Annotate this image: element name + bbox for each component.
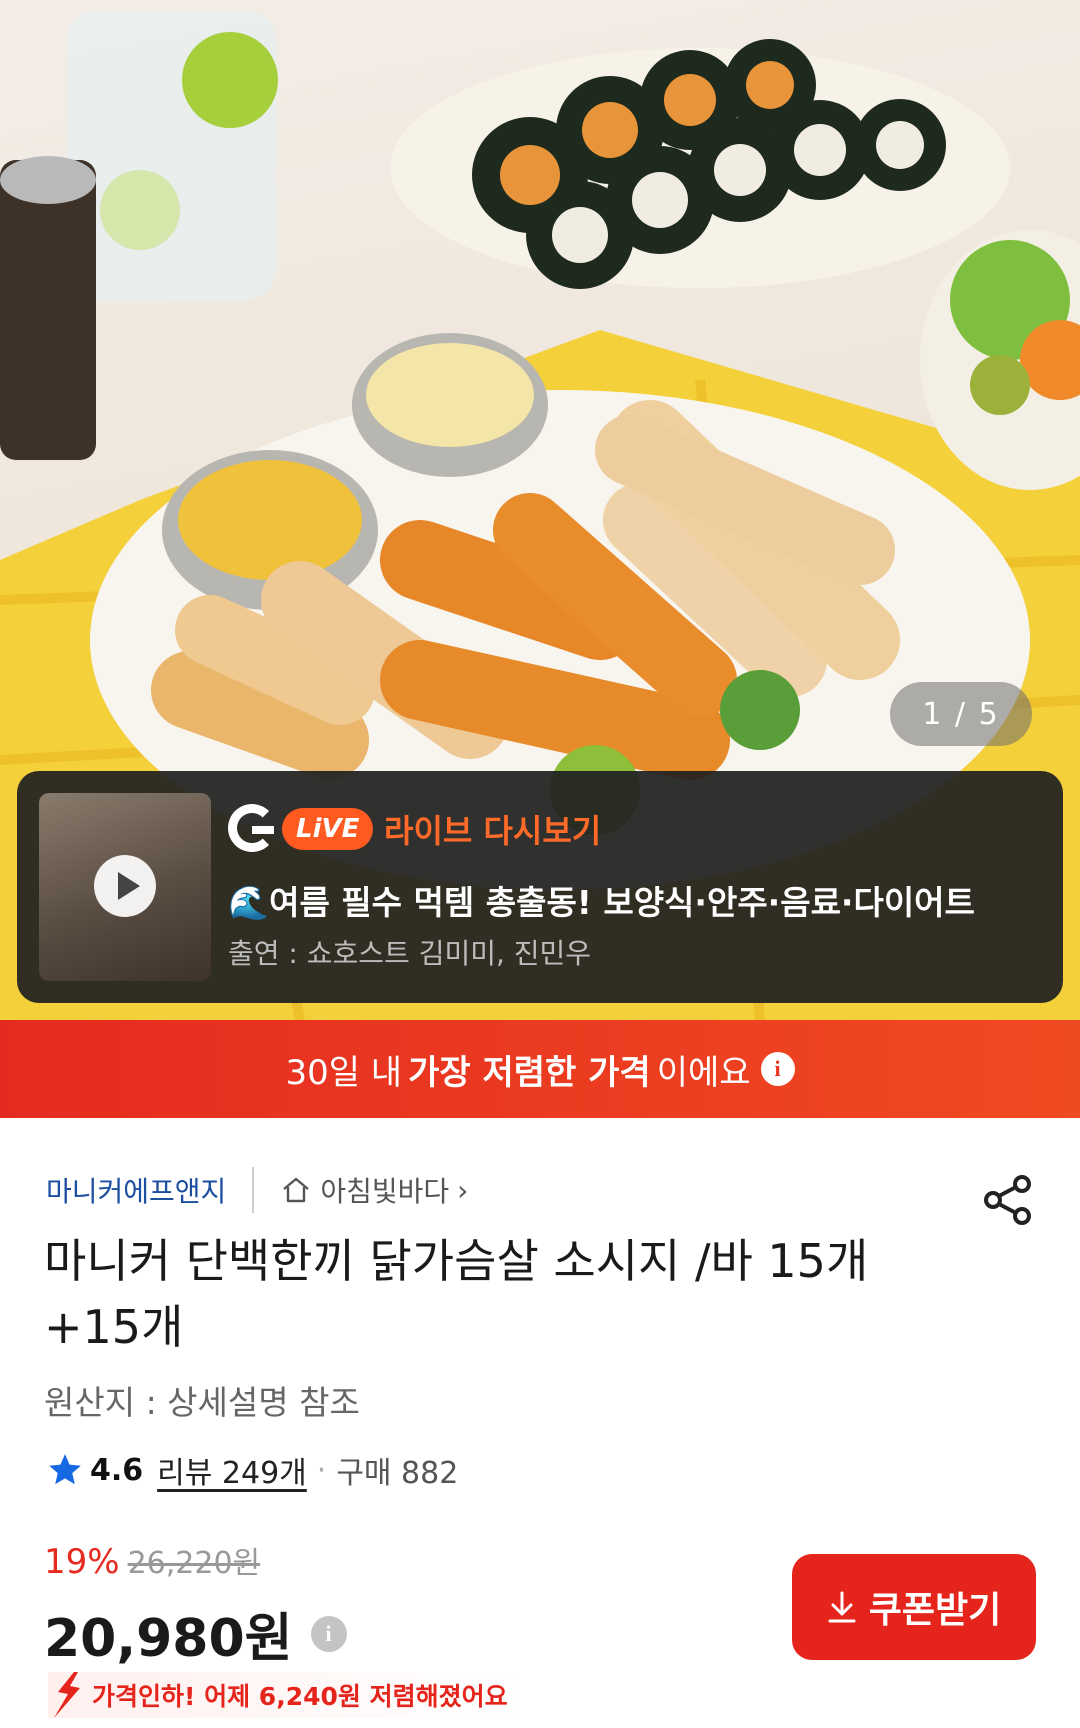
coupon-button[interactable]: 쿠폰받기 (792, 1554, 1036, 1660)
price-info-icon[interactable]: i (310, 1615, 347, 1652)
sale-price-row: 20,980원 i (44, 1596, 347, 1671)
price-drop-arrow-icon (54, 1672, 80, 1718)
banner-prefix: 30일 내 (285, 1052, 403, 1093)
discount-rate: 19% (44, 1542, 120, 1582)
rating-value: 4.6 (90, 1452, 144, 1488)
price-drop-notice: 가격인하! 어제 6,240원 저렴해졌어요 (48, 1672, 522, 1718)
separator-dot: · (316, 1452, 327, 1488)
review-link[interactable]: 리뷰 249개 (157, 1448, 307, 1492)
seller-link[interactable]: 마니커에프앤지 (46, 1170, 226, 1210)
live-badge: LiVE (282, 808, 374, 850)
store-link[interactable]: 아침빛바다 › (280, 1170, 468, 1210)
info-icon[interactable]: i (760, 1052, 795, 1086)
chevron-right-icon: › (457, 1173, 469, 1207)
sale-price: 20,980원 (44, 1609, 293, 1669)
image-page-counter: 1 / 5 (890, 682, 1032, 746)
price-drop-text: 가격인하! 어제 6,240원 저렴해졌어요 (92, 1682, 508, 1711)
live-cast: 출연 : 쇼호스트 김미미, 진민우 (228, 937, 592, 970)
product-origin: 원산지 : 상세설명 참조 (44, 1383, 360, 1422)
discount-row: 19% 26,220원 (44, 1538, 260, 1582)
banner-highlight: 가장 저렴한 가격 (408, 1052, 651, 1093)
banner-suffix: 이에요 (656, 1052, 751, 1093)
original-price: 26,220원 (127, 1546, 261, 1581)
seller-row: 마니커에프앤지 아침빛바다 › (46, 1167, 468, 1213)
product-title: 마니커 단백한끼 닭가슴살 소시지 /바 15개+15개 (44, 1234, 869, 1354)
seller-divider (252, 1167, 255, 1213)
store-name: 아침빛바다 (320, 1175, 450, 1208)
download-icon (828, 1591, 856, 1623)
wave-emoji-icon: 🌊 (228, 883, 270, 922)
coupon-button-label: 쿠폰받기 (868, 1589, 1002, 1630)
play-icon[interactable] (94, 855, 156, 917)
live-description-text: 여름 필수 먹템 총출동! 보양식·안주·음료·다이어트 (269, 883, 975, 922)
live-thumbnail[interactable] (39, 793, 211, 981)
share-icon[interactable] (980, 1172, 1036, 1228)
live-description[interactable]: 🌊여름 필수 먹템 총출동! 보양식·안주·음료·다이어트 (228, 876, 1018, 924)
g-logo-bar (252, 826, 274, 834)
purchase-count: 구매 882 (336, 1456, 459, 1491)
home-icon (283, 1177, 310, 1203)
rating-row: 4.6 리뷰 249개 · 구매 882 (46, 1446, 458, 1494)
star-icon (49, 1454, 81, 1485)
live-replay-title[interactable]: 라이브 다시보기 (384, 806, 601, 852)
lowest-price-banner[interactable]: 30일 내 가장 저렴한 가격 이에요 i (0, 1020, 1080, 1118)
